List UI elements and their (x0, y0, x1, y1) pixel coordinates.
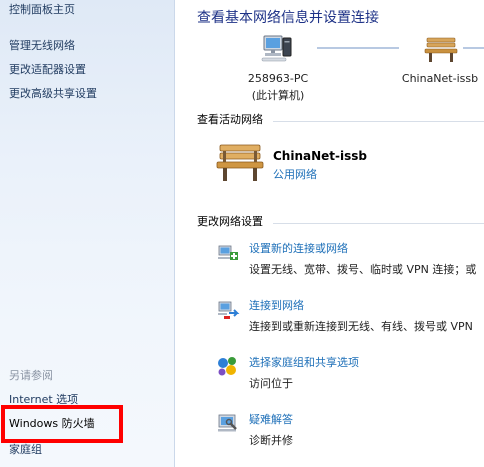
homegroup-icon (216, 354, 240, 378)
connection-line (317, 47, 399, 49)
troubleshoot-desc: 诊断并修 (249, 434, 293, 447)
network-node-name: ChinaNet-issb (401, 72, 479, 85)
computer-subtitle: (此计算机) (251, 89, 305, 102)
bench-icon (424, 36, 458, 64)
sidebar-item-homegroup[interactable]: 家庭组 (9, 443, 42, 457)
connection-line-internet (463, 47, 484, 49)
see-also-heading: 另请参阅 (9, 369, 53, 382)
computer-icon (260, 34, 294, 64)
connect-to-network-link[interactable]: 连接到网络 (249, 299, 304, 313)
red-highlight-box (1, 405, 123, 443)
connect-network-icon (216, 297, 240, 321)
bench-icon (216, 143, 264, 183)
page-title: 查看基本网络信息并设置连接 (197, 10, 379, 26)
left-navigation-pane: 控制面板主页 管理无线网络 更改适配器设置 更改高级共享设置 另请参阅 Inte… (0, 0, 175, 467)
active-networks-label: 查看活动网络 (197, 113, 263, 126)
homegroup-sharing-desc: 访问位于 (249, 377, 293, 390)
sidebar-item-advanced-sharing[interactable]: 更改高级共享设置 (9, 87, 97, 101)
main-content: 查看基本网络信息并设置连接 258963-PC (此计算机) ChinaNet-… (176, 0, 484, 467)
network-node[interactable]: ChinaNet-issb (396, 72, 484, 86)
setup-new-connection-desc: 设置无线、宽带、拨号、临时或 VPN 连接；或 (249, 263, 477, 276)
computer-node[interactable]: 258963-PC (此计算机) (238, 72, 318, 103)
troubleshoot-icon (216, 411, 240, 435)
section-divider (273, 223, 484, 224)
change-settings-label: 更改网络设置 (197, 215, 263, 228)
connect-to-network-desc: 连接到或重新连接到无线、有线、拨号或 VPN (249, 320, 473, 333)
computer-name: 258963-PC (247, 72, 309, 85)
overlapping-window-edge (297, 372, 484, 467)
sidebar-item-adapter-settings[interactable]: 更改适配器设置 (9, 63, 86, 77)
sidebar-item-control-panel-home[interactable]: 控制面板主页 (9, 3, 75, 17)
active-network-name: ChinaNet-issb (273, 149, 367, 163)
sidebar-item-manage-wireless[interactable]: 管理无线网络 (9, 39, 75, 53)
new-connection-icon (216, 240, 240, 264)
troubleshoot-link[interactable]: 疑难解答 (249, 413, 293, 427)
homegroup-sharing-link[interactable]: 选择家庭组和共享选项 (249, 356, 359, 370)
setup-new-connection-link[interactable]: 设置新的连接或网络 (249, 242, 348, 256)
section-divider (273, 121, 484, 122)
network-type-link[interactable]: 公用网络 (273, 168, 317, 182)
